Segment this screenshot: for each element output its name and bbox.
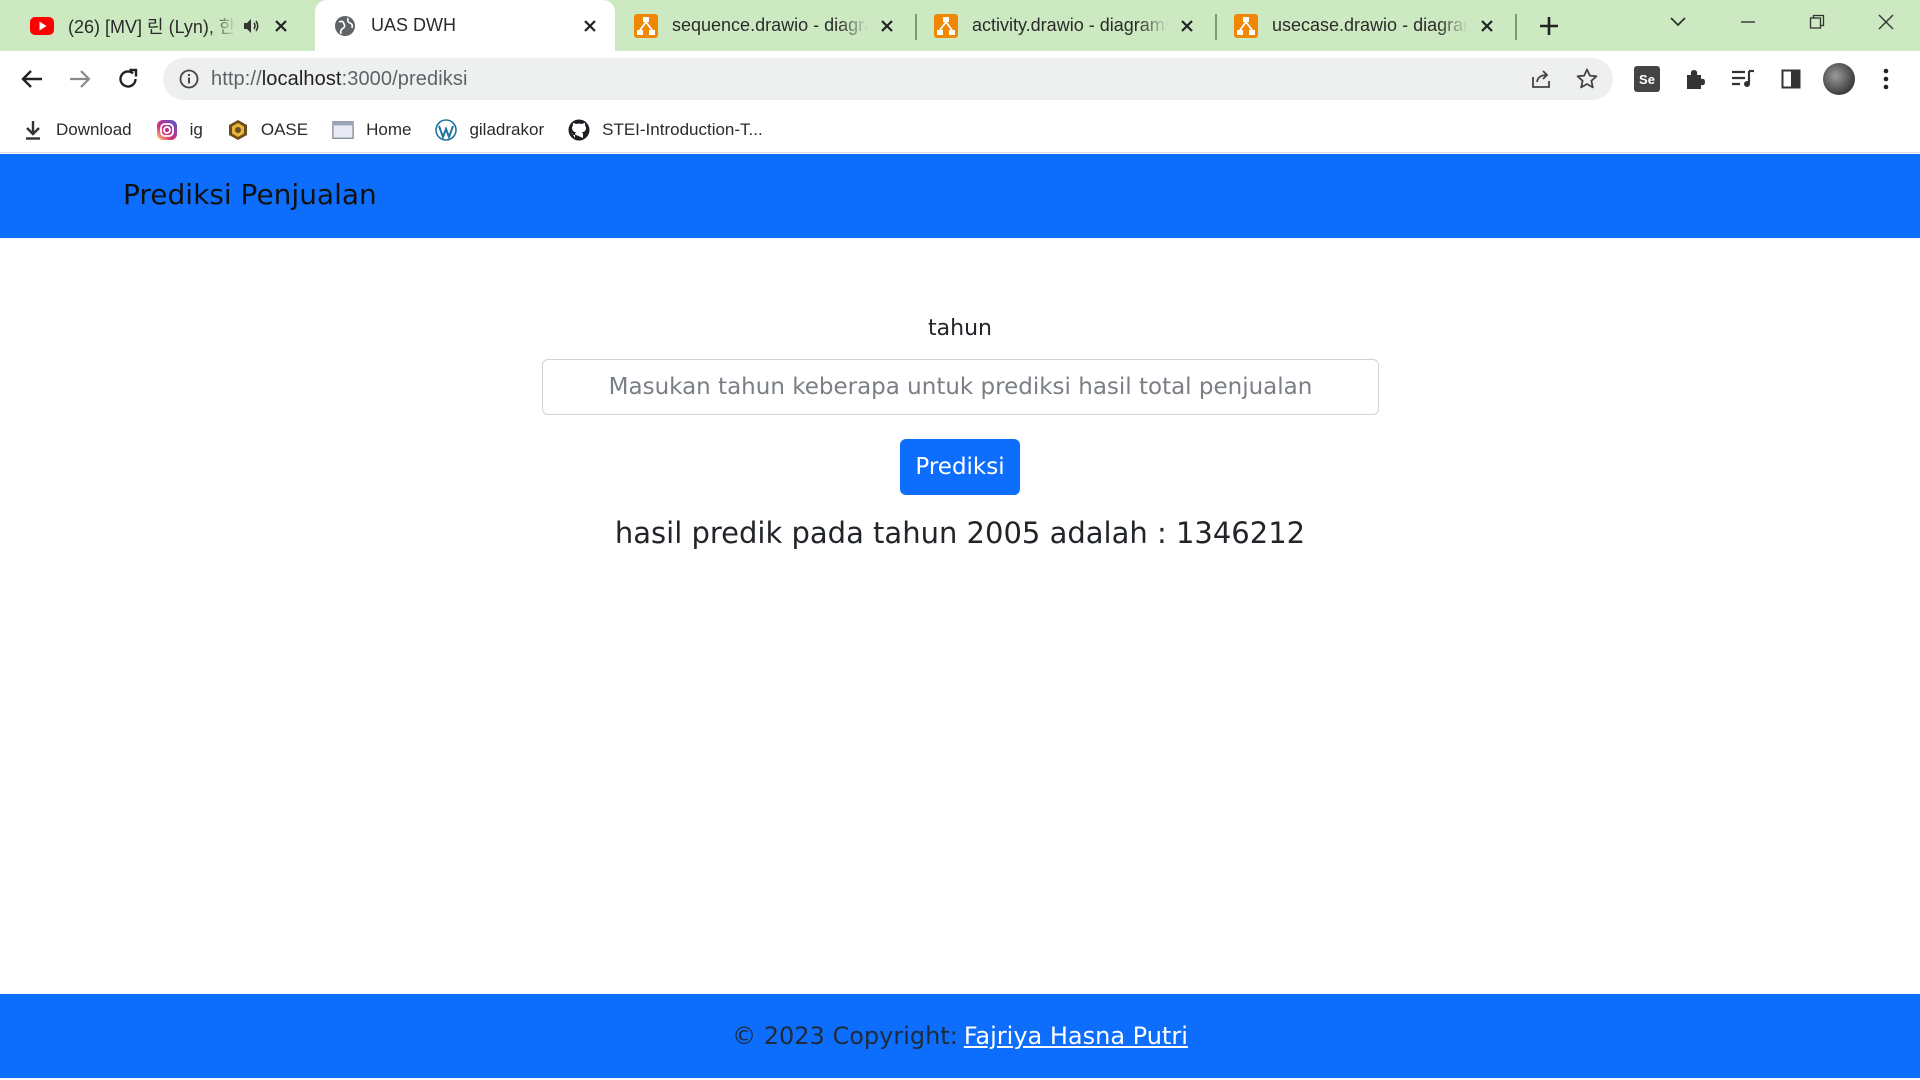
avatar bbox=[1823, 63, 1855, 95]
back-button[interactable] bbox=[12, 59, 52, 99]
tab-separator bbox=[1515, 14, 1517, 40]
chevron-down-icon bbox=[1670, 17, 1686, 27]
side-panel-button[interactable] bbox=[1771, 59, 1811, 99]
arrow-right-icon bbox=[70, 70, 91, 88]
reload-button[interactable] bbox=[108, 59, 148, 99]
kebab-menu-icon bbox=[1883, 68, 1889, 90]
tab-title: usecase.drawio - diagrams.net bbox=[1272, 15, 1468, 35]
menu-button[interactable] bbox=[1866, 59, 1906, 99]
tab-separator bbox=[1215, 14, 1217, 40]
bookmarks-bar: Download ig OASE Home giladrakor STEI-In… bbox=[0, 107, 1920, 153]
selenium-icon: Se bbox=[1634, 66, 1660, 92]
star-icon[interactable] bbox=[1575, 67, 1599, 91]
profile-button[interactable] bbox=[1819, 59, 1859, 99]
drawio-icon bbox=[934, 13, 958, 38]
close-icon bbox=[1878, 14, 1894, 30]
tab-usecase-drawio[interactable]: usecase.drawio - diagrams.net bbox=[1220, 0, 1512, 51]
tab-search-button[interactable] bbox=[1658, 0, 1698, 44]
tab-youtube[interactable]: (26) [MV] 린 (Lyn), 한 bbox=[16, 0, 306, 51]
info-icon[interactable] bbox=[177, 67, 201, 91]
close-tab-icon[interactable] bbox=[1176, 15, 1198, 37]
footer: © 2023 Copyright: Fajriya Hasna Putri bbox=[0, 994, 1920, 1078]
bookmark-giladrakor[interactable]: giladrakor bbox=[435, 118, 545, 141]
bookmark-label: STEI-Introduction-T... bbox=[602, 119, 763, 139]
author-link[interactable]: Fajriya Hasna Putri bbox=[964, 1022, 1188, 1050]
url-path: :3000/prediksi bbox=[341, 67, 468, 90]
address-url: http://localhost:3000/prediksi bbox=[211, 68, 468, 91]
arrow-left-icon bbox=[21, 70, 42, 88]
bookmark-stei[interactable]: STEI-Introduction-T... bbox=[568, 119, 763, 141]
selenium-extension-button[interactable]: Se bbox=[1627, 59, 1667, 99]
url-scheme: http:// bbox=[211, 67, 262, 90]
youtube-icon bbox=[30, 14, 54, 38]
bookmark-label: giladrakor bbox=[469, 119, 545, 139]
tab-title: sequence.drawio - diagrams.net bbox=[672, 15, 868, 35]
drawio-icon bbox=[1234, 13, 1258, 38]
tab-uas-dwh[interactable]: UAS DWH bbox=[315, 0, 615, 51]
restore-icon bbox=[1809, 14, 1825, 29]
close-tab-icon[interactable] bbox=[270, 15, 292, 37]
close-tab-icon[interactable] bbox=[1476, 15, 1498, 37]
plus-icon bbox=[1540, 17, 1558, 35]
close-tab-icon[interactable] bbox=[579, 15, 601, 37]
restore-button[interactable] bbox=[1795, 0, 1839, 44]
download-icon bbox=[22, 119, 44, 141]
wordpress-icon bbox=[435, 118, 458, 141]
side-panel-icon bbox=[1781, 69, 1801, 89]
media-queue-icon bbox=[1732, 69, 1754, 87]
url-host: localhost bbox=[261, 67, 342, 90]
tab-activity-drawio[interactable]: activity.drawio - diagrams.net bbox=[920, 0, 1212, 51]
tab-title: (26) [MV] 린 (Lyn), 한 bbox=[68, 16, 236, 37]
close-window-button[interactable] bbox=[1864, 0, 1908, 44]
year-label: tahun bbox=[928, 316, 992, 341]
close-tab-icon[interactable] bbox=[876, 15, 898, 37]
omnibox-actions bbox=[1529, 67, 1599, 91]
media-button[interactable] bbox=[1723, 59, 1763, 99]
navbar-brand[interactable]: Prediksi Penjualan bbox=[123, 178, 377, 211]
globe-icon bbox=[333, 14, 357, 38]
drawio-icon bbox=[634, 13, 658, 38]
year-input[interactable] bbox=[542, 359, 1379, 415]
address-bar[interactable]: http://localhost:3000/prediksi bbox=[163, 58, 1613, 100]
navbar: Prediksi Penjualan bbox=[0, 154, 1920, 238]
minimize-button[interactable] bbox=[1726, 0, 1770, 44]
main-content: tahun Prediksi hasil predik pada tahun 2… bbox=[0, 238, 1920, 994]
browser-toolbar: http://localhost:3000/prediksi Se bbox=[0, 51, 1920, 107]
browser-tab-strip: (26) [MV] 린 (Lyn), 한 UAS DWH sequence.dr… bbox=[0, 0, 1920, 51]
new-tab-button[interactable] bbox=[1528, 4, 1570, 48]
github-icon bbox=[568, 119, 590, 141]
tab-sequence-drawio[interactable]: sequence.drawio - diagrams.net bbox=[620, 0, 912, 51]
prediction-result: hasil predik pada tahun 2005 adalah : 13… bbox=[614, 516, 1306, 550]
oase-icon bbox=[227, 119, 249, 141]
bookmark-label: ig bbox=[189, 119, 203, 139]
predict-button[interactable]: Prediksi bbox=[900, 439, 1020, 495]
reload-icon bbox=[119, 68, 138, 88]
extensions-button[interactable] bbox=[1675, 59, 1715, 99]
bookmark-oase[interactable]: OASE bbox=[227, 119, 308, 141]
bookmark-label: Download bbox=[56, 119, 132, 139]
bookmark-download[interactable]: Download bbox=[22, 119, 132, 141]
bookmark-home[interactable]: Home bbox=[332, 119, 411, 141]
instagram-icon bbox=[156, 119, 178, 141]
bookmark-label: OASE bbox=[260, 119, 309, 139]
minimize-icon bbox=[1741, 21, 1755, 23]
selenium-icon-label: Se bbox=[1639, 71, 1655, 87]
tab-title: activity.drawio - diagrams.net bbox=[972, 15, 1168, 35]
tab-title: UAS DWH bbox=[371, 15, 456, 35]
page-icon bbox=[332, 119, 354, 141]
puzzle-icon bbox=[1687, 70, 1705, 89]
bookmark-ig[interactable]: ig bbox=[156, 119, 203, 141]
bookmark-label: Home bbox=[366, 119, 412, 139]
share-icon[interactable] bbox=[1529, 67, 1553, 91]
tab-separator bbox=[915, 14, 917, 40]
copyright-text: © 2023 Copyright: bbox=[732, 1022, 958, 1050]
speaker-icon[interactable] bbox=[242, 16, 262, 36]
forward-button[interactable] bbox=[60, 59, 100, 99]
